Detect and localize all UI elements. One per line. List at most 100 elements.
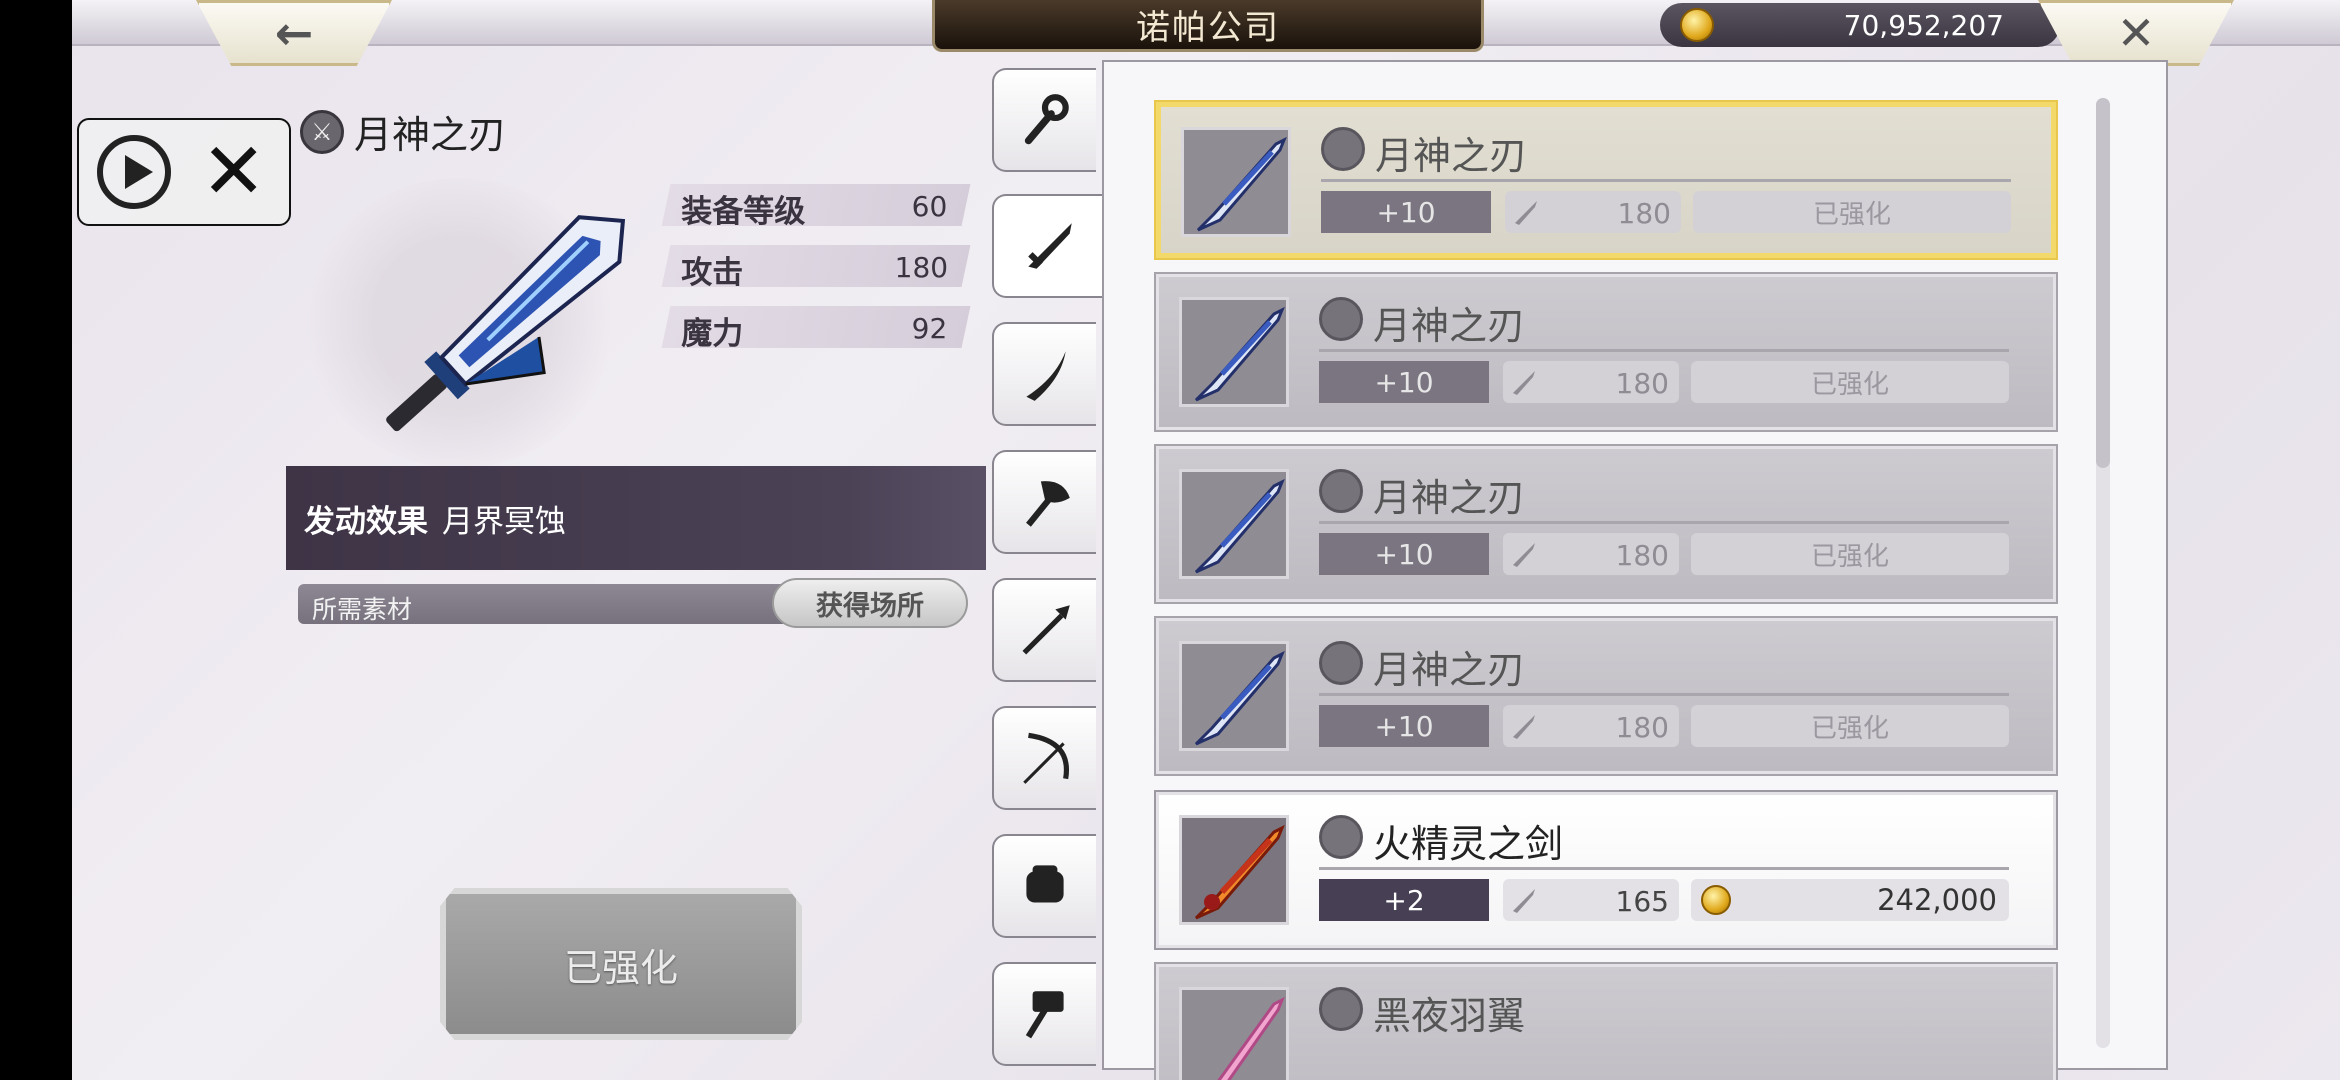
divider xyxy=(1319,521,2009,524)
divider xyxy=(1319,693,2009,696)
gold-coin-icon xyxy=(1680,8,1714,42)
item-card[interactable]: 月神之刃 +10 180 已强化 xyxy=(1154,272,2058,432)
stat-label: 装备等级 xyxy=(681,194,806,230)
stat-value: 180 xyxy=(894,251,948,284)
enhance-level: +10 xyxy=(1319,533,1489,575)
item-card[interactable]: 月神之刃 +10 180 已强化 xyxy=(1154,100,2058,260)
divider xyxy=(1319,349,2009,352)
item-thumbnail xyxy=(1179,641,1289,751)
material-label: 所需素材 xyxy=(312,595,413,624)
sword-category-badge-icon xyxy=(1319,297,1363,341)
attack-sword-icon xyxy=(1515,201,1537,225)
item-card[interactable]: 火精灵之剑 +2 165 242,000 xyxy=(1154,790,2058,950)
gold-coin-icon xyxy=(1701,885,1731,915)
divider xyxy=(1319,867,2009,870)
source-location-button[interactable]: 获得场所 xyxy=(772,578,968,628)
enhance-level: +10 xyxy=(1321,191,1491,233)
attack-stat: 180 xyxy=(1505,191,1681,233)
item-name: 黑夜羽翼 xyxy=(1373,994,1526,1038)
night-wing-thumb-icon xyxy=(1217,996,1285,1080)
tab-sword[interactable] xyxy=(992,194,1104,298)
sword-category-badge-icon xyxy=(1319,641,1363,685)
scrollbar-thumb[interactable] xyxy=(2096,98,2110,468)
status-label: 已强化 xyxy=(1691,533,2009,575)
enhance-level: +10 xyxy=(1319,361,1489,403)
gauntlet-icon xyxy=(1026,865,1064,903)
tab-axe[interactable] xyxy=(992,450,1096,554)
item-name: 月神之刃 xyxy=(1373,476,1526,520)
list-scrollbar[interactable] xyxy=(2096,98,2110,1048)
game-screen: ← 诺帕公司 70,952,207 ✕ ✕ ⚔ 月神之刃 装备等级 60 攻击 … xyxy=(72,0,2340,1080)
price-value: 242,000 xyxy=(1877,883,1997,917)
tab-bow[interactable] xyxy=(992,706,1096,810)
enhance-button[interactable]: 已强化 xyxy=(440,888,802,1040)
sword-category-badge-icon xyxy=(1319,815,1363,859)
shop-title: 诺帕公司 xyxy=(1136,8,1280,48)
sword-category-badge-icon xyxy=(1319,469,1363,513)
fire-sword-thumb-icon xyxy=(1194,824,1285,920)
attack-stat: 180 xyxy=(1503,361,1679,403)
item-card[interactable]: 月神之刃 +10 180 已强化 xyxy=(1154,444,2058,604)
staff-icon xyxy=(1024,94,1069,145)
effect-bar: 发动效果 月界冥蚀 xyxy=(286,466,986,570)
enhance-level: +2 xyxy=(1319,879,1489,921)
sword-icon xyxy=(1028,223,1072,269)
stat-row-attack: 攻击 180 xyxy=(661,245,971,291)
attack-stat: 180 xyxy=(1503,705,1679,747)
attack-value: 180 xyxy=(1615,711,1669,744)
close-button[interactable]: ✕ xyxy=(2038,0,2234,66)
item-thumbnail xyxy=(1179,469,1289,579)
item-thumbnail xyxy=(1179,297,1289,407)
close-icon: ✕ xyxy=(2116,6,2156,60)
material-bar: 所需素材 xyxy=(298,584,844,624)
attack-stat: 180 xyxy=(1503,533,1679,575)
tab-staff[interactable] xyxy=(992,68,1096,172)
item-name: 火精灵之剑 xyxy=(1373,822,1564,866)
moon-blade-thumb-icon xyxy=(1194,478,1285,574)
play-circle-icon[interactable] xyxy=(97,135,171,209)
sword-category-badge-icon xyxy=(1319,987,1363,1031)
attack-value: 165 xyxy=(1615,885,1669,918)
sword-category-badge-icon xyxy=(1321,127,1365,171)
moon-blade-image xyxy=(386,215,626,432)
gold-counter: 70,952,207 xyxy=(1660,3,2060,47)
attack-stat: 165 xyxy=(1503,879,1679,921)
tab-spear[interactable] xyxy=(992,578,1096,682)
sword-category-badge-icon: ⚔ xyxy=(300,109,344,154)
effect-value: 月界冥蚀 xyxy=(442,503,566,540)
stat-row-magic: 魔力 92 xyxy=(661,306,971,352)
price-box: 242,000 xyxy=(1691,879,2009,921)
item-name: 月神之刃 xyxy=(1373,304,1526,348)
tab-fist[interactable] xyxy=(992,834,1096,938)
item-thumbnail xyxy=(1179,815,1289,925)
divider xyxy=(1321,179,2011,182)
curved-blade-icon xyxy=(1026,351,1066,401)
item-header: ⚔ 月神之刃 xyxy=(300,104,506,159)
item-card[interactable]: 黑夜羽翼 xyxy=(1154,962,2058,1080)
enhance-level: +10 xyxy=(1319,705,1489,747)
item-thumbnail xyxy=(1179,987,1289,1080)
stat-value: 60 xyxy=(912,190,948,223)
effect-label: 发动效果 xyxy=(304,503,428,540)
x-icon[interactable]: ✕ xyxy=(201,133,266,211)
item-card[interactable]: 月神之刃 +10 180 已强化 xyxy=(1154,616,2058,776)
shop-title-plate: 诺帕公司 xyxy=(932,0,1484,52)
left-arrow-icon: ← xyxy=(274,6,314,60)
moon-blade-thumb-icon xyxy=(1196,136,1287,232)
bow-icon xyxy=(1023,732,1070,784)
back-button[interactable]: ← xyxy=(196,0,392,66)
tab-katana[interactable] xyxy=(992,322,1096,426)
item-name: 月神之刃 xyxy=(1375,134,1528,178)
tab-hammer[interactable] xyxy=(992,962,1096,1066)
stat-row-level: 装备等级 60 xyxy=(661,184,971,230)
status-label: 已强化 xyxy=(1691,705,2009,747)
item-name: 月神之刃 xyxy=(354,113,507,157)
status-label: 已强化 xyxy=(1693,191,2011,233)
overlay-control: ✕ xyxy=(77,118,291,226)
item-name: 月神之刃 xyxy=(1373,648,1526,692)
attack-value: 180 xyxy=(1615,539,1669,572)
attack-sword-icon xyxy=(1513,889,1535,913)
attack-value: 180 xyxy=(1617,197,1671,230)
status-label: 已强化 xyxy=(1691,361,2009,403)
enhance-button-label: 已强化 xyxy=(563,945,678,990)
